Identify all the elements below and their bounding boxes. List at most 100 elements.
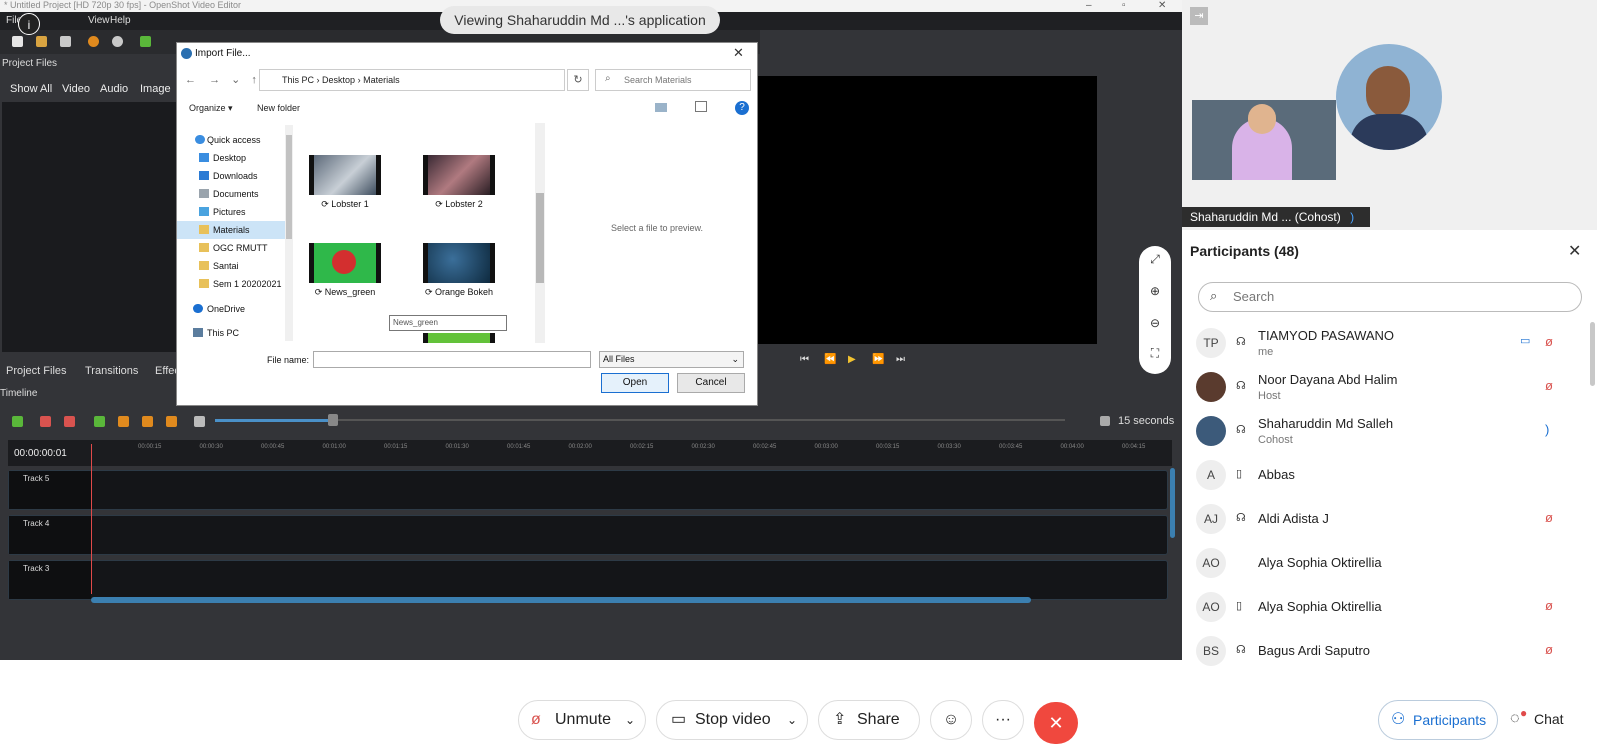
redo-icon[interactable]: [112, 36, 123, 47]
tree-item-quick-access[interactable]: Quick access: [177, 131, 285, 149]
open-button[interactable]: Open: [601, 373, 669, 393]
breadcrumb-this-pc[interactable]: This PC: [282, 75, 314, 85]
organize-button[interactable]: Organize ▾: [189, 103, 233, 114]
tree-item-santai[interactable]: Santai: [177, 257, 285, 275]
active-speaker-avatar[interactable]: [1336, 44, 1442, 150]
tab-audio[interactable]: Audio: [100, 78, 128, 100]
tree-item-this-pc[interactable]: This PC: [177, 324, 285, 342]
breadcrumb-desktop[interactable]: Desktop: [322, 75, 355, 85]
play-icon[interactable]: ▶: [848, 354, 856, 365]
help-icon[interactable]: ?: [735, 101, 749, 115]
add-track-icon[interactable]: [12, 416, 23, 427]
chat-button[interactable]: ◌ ● Chat: [1504, 700, 1576, 740]
view-options-icon[interactable]: [655, 103, 667, 112]
participant-row[interactable]: AJ ☊ Aldi Adista J ø: [1190, 498, 1590, 540]
maximize-icon[interactable]: ▫: [1122, 0, 1126, 11]
zoom-slider-handle[interactable]: [328, 414, 338, 426]
zoom-in-icon[interactable]: ⊕: [1139, 284, 1171, 298]
file-thumbnail[interactable]: [309, 155, 381, 195]
recent-icon[interactable]: ⌄: [231, 74, 240, 86]
add-marker-icon[interactable]: [94, 416, 105, 427]
chevron-down-icon[interactable]: ⌄: [787, 701, 797, 739]
jump-end-icon[interactable]: ⏭: [896, 354, 905, 365]
zoom-out-icon[interactable]: ⊖: [1139, 316, 1171, 330]
jump-start-icon[interactable]: ⏮: [800, 354, 809, 365]
file-name[interactable]: ⟳ Lobster 2: [409, 199, 509, 210]
tab-video[interactable]: Video: [62, 78, 90, 100]
stop-video-button[interactable]: ▭ Stop video ⌄: [656, 700, 808, 740]
reactions-button[interactable]: ☺: [930, 700, 972, 740]
participant-row[interactable]: ☊ Shaharuddin Md Salleh Cohost ): [1190, 410, 1590, 452]
center-timeline-icon[interactable]: [166, 416, 177, 427]
import-files-icon[interactable]: [140, 36, 151, 47]
tree-item-documents[interactable]: Documents: [177, 185, 285, 203]
tree-item-onedrive[interactable]: OneDrive: [177, 300, 285, 318]
participant-row[interactable]: ☊ Noor Dayana Abd Halim Host ø: [1190, 366, 1590, 408]
rewind-icon[interactable]: ⏪: [824, 354, 836, 365]
tree-item-pictures[interactable]: Pictures: [177, 203, 285, 221]
info-icon[interactable]: i: [18, 13, 40, 35]
track-row[interactable]: Track 4: [8, 515, 1168, 555]
unmute-button[interactable]: ø Unmute ⌄: [518, 700, 646, 740]
tab-transitions[interactable]: Transitions: [85, 362, 138, 380]
file-name[interactable]: ⟳ Orange Bokeh: [409, 287, 509, 298]
track-row[interactable]: Track 5: [8, 470, 1168, 510]
participants-button[interactable]: ⚇ Participants: [1378, 700, 1498, 740]
tab-project-files[interactable]: Project Files: [6, 362, 67, 380]
timeline-vertical-scrollbar[interactable]: [1170, 468, 1175, 538]
breadcrumb-materials[interactable]: Materials: [363, 75, 400, 85]
fast-forward-icon[interactable]: ⏩: [872, 354, 884, 365]
participant-video[interactable]: [1192, 100, 1336, 180]
new-folder-button[interactable]: New folder: [257, 103, 300, 113]
up-icon[interactable]: ↑: [251, 74, 257, 86]
file-thumbnail[interactable]: [309, 243, 381, 283]
track-row[interactable]: Track 3: [8, 560, 1168, 600]
participant-row[interactable]: AO Alya Sophia Oktirellia: [1190, 542, 1590, 584]
menu-view[interactable]: View: [88, 12, 110, 30]
collapse-panel-icon[interactable]: ⇥: [1190, 7, 1208, 25]
tree-item-ogc-rmutt[interactable]: OGC RMUTT: [177, 239, 285, 257]
address-bar[interactable]: This PC › Desktop › Materials: [259, 69, 565, 91]
expand-icon[interactable]: ⤢: [1139, 252, 1171, 267]
forward-icon[interactable]: →: [209, 74, 220, 86]
project-files-list[interactable]: [2, 102, 178, 352]
tree-item-materials[interactable]: Materials: [177, 221, 285, 239]
save-project-icon[interactable]: [60, 36, 71, 47]
minimize-icon[interactable]: –: [1086, 0, 1092, 11]
undo-icon[interactable]: [88, 36, 99, 47]
zoom-slider-track[interactable]: [335, 419, 1065, 421]
close-participants-icon[interactable]: ✕: [1568, 241, 1581, 261]
search-materials-input[interactable]: Search Materials: [595, 69, 751, 91]
close-icon[interactable]: ✕: [1158, 0, 1166, 11]
playhead[interactable]: [91, 444, 92, 594]
tree-item-desktop[interactable]: Desktop: [177, 149, 285, 167]
file-thumbnail[interactable]: [423, 155, 495, 195]
participant-row[interactable]: BS ☊ Bagus Ardi Saputro ø: [1190, 630, 1590, 672]
file-name-input[interactable]: [313, 351, 591, 368]
dialog-close-icon[interactable]: ✕: [733, 45, 744, 61]
tree-item-sem-1[interactable]: Sem 1 20202021: [177, 275, 285, 293]
previous-marker-icon[interactable]: [118, 416, 129, 427]
snapping-icon[interactable]: [40, 416, 51, 427]
participants-scrollbar[interactable]: [1590, 322, 1595, 386]
leave-meeting-button[interactable]: ✕: [1034, 702, 1078, 744]
files-scrollbar-thumb[interactable]: [536, 193, 544, 283]
file-type-select[interactable]: All Files ⌄: [599, 351, 744, 368]
back-icon[interactable]: ←: [185, 74, 196, 86]
participant-row[interactable]: TP ☊ TIAMYOD PASAWANO me ▭ ø: [1190, 322, 1590, 364]
new-project-icon[interactable]: [12, 36, 23, 47]
tab-image[interactable]: Image: [140, 78, 171, 100]
next-marker-icon[interactable]: [142, 416, 153, 427]
tab-show-all[interactable]: Show All: [10, 78, 52, 100]
fit-screen-icon[interactable]: ⛶: [1139, 346, 1171, 361]
open-project-icon[interactable]: [36, 36, 47, 47]
participant-row[interactable]: A ▯ Abbas: [1190, 454, 1590, 496]
participant-row[interactable]: AO ▯ Alya Sophia Oktirellia ø: [1190, 586, 1590, 628]
more-options-button[interactable]: ···: [982, 700, 1024, 740]
participant-search-input[interactable]: Search: [1198, 282, 1582, 312]
file-thumbnail[interactable]: [423, 333, 495, 343]
refresh-icon[interactable]: ↻: [567, 69, 589, 91]
preview-pane-icon[interactable]: [695, 101, 707, 112]
tree-item-downloads[interactable]: Downloads: [177, 167, 285, 185]
timeline-horizontal-scrollbar[interactable]: [91, 597, 1031, 603]
